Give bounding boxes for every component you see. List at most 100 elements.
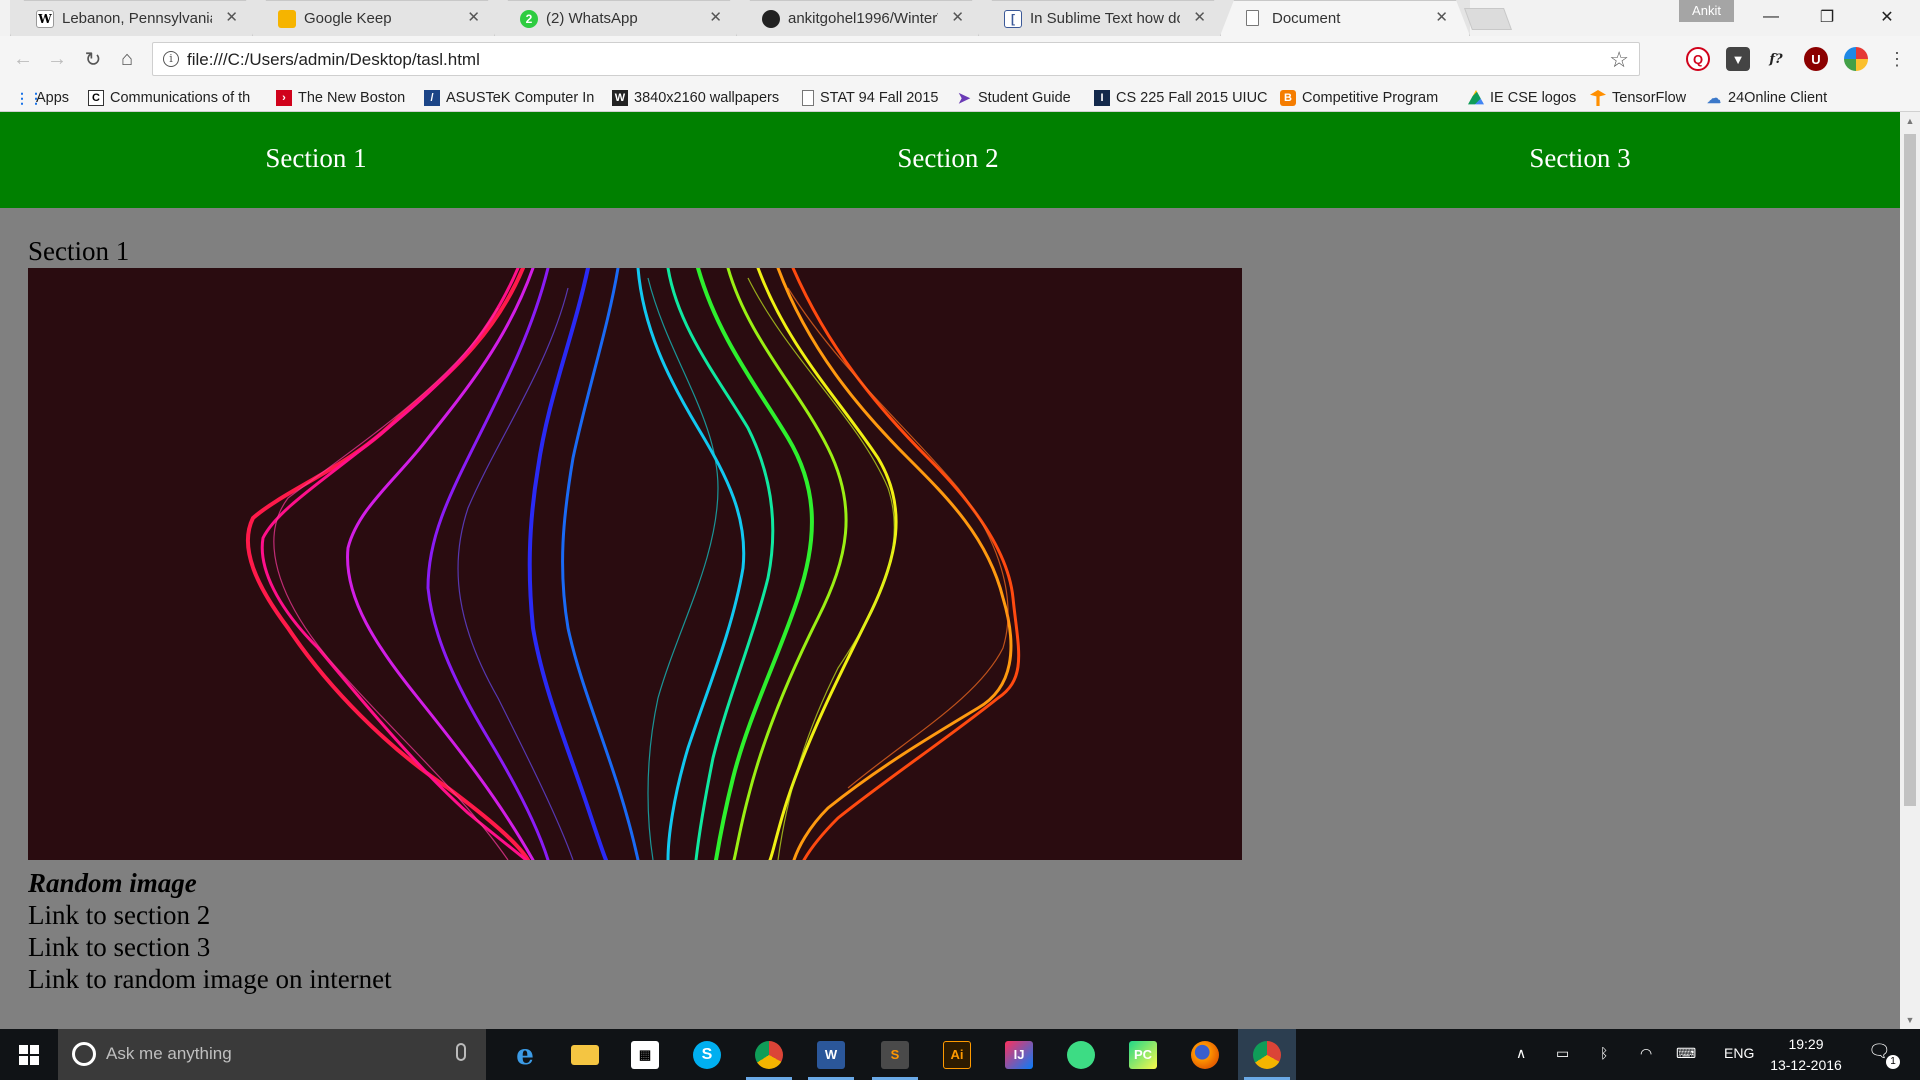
tab-document[interactable]: Document ✕ [1220, 0, 1470, 36]
windows-start-icon[interactable] [0, 1029, 58, 1080]
sublime-icon: S [881, 1040, 909, 1069]
taskbar-file-explorer[interactable] [556, 1029, 614, 1080]
tab-close-icon[interactable]: ✕ [225, 8, 238, 26]
bluetooth-icon[interactable]: ᛒ [1600, 1045, 1608, 1061]
taskbar-firefox[interactable] [1176, 1029, 1234, 1080]
illustrator-icon: Ai [943, 1040, 971, 1069]
minimize-icon[interactable]: — [1748, 0, 1794, 34]
rainbow-lightning-art [245, 268, 1021, 860]
nav-link-section-1[interactable]: Section 1 [216, 143, 416, 174]
bookmark-asus[interactable]: / ASUSTeK Computer In [424, 88, 596, 108]
taskbar-intellij[interactable]: IJ [990, 1029, 1048, 1080]
wifi-icon[interactable]: ◠ [1640, 1045, 1652, 1062]
show-hidden-icons-chevron-up-icon[interactable]: ∧ [1516, 1045, 1526, 1062]
taskbar-sublime[interactable]: S [866, 1029, 924, 1080]
tab-google-keep[interactable]: Google Keep ✕ [252, 0, 502, 36]
clock[interactable]: 19:29 13-12-2016 [1758, 1034, 1854, 1076]
nav-link-section-2[interactable]: Section 2 [848, 143, 1048, 174]
bookmark-label: The New Boston [298, 90, 406, 106]
restore-icon[interactable]: ❐ [1804, 0, 1850, 34]
bookmark-student-guide[interactable]: ➤ Student Guide [956, 88, 1071, 108]
tensorflow-icon [1590, 90, 1606, 106]
bookmark-new-boston[interactable]: › The New Boston [276, 88, 405, 108]
home-icon[interactable]: ⌂ [114, 46, 140, 72]
keyboard-icon[interactable]: ⌨ [1676, 1045, 1696, 1062]
windows-taskbar: Ask me anything e ▦ S W S Ai IJ PC ∧ ▭ ᛒ… [0, 1029, 1920, 1080]
bookmark-wallpapers[interactable]: W 3840x2160 wallpapers [612, 88, 788, 108]
new-tab-button[interactable] [1463, 8, 1513, 30]
tab-close-icon[interactable]: ✕ [1435, 8, 1448, 26]
bookmark-tensorflow[interactable]: TensorFlow [1590, 88, 1686, 108]
tab-close-icon[interactable]: ✕ [951, 8, 964, 26]
link-section-2[interactable]: Link to section 2 [28, 900, 210, 931]
bookmark-label: 3840x2160 wallpapers [634, 90, 780, 106]
back-icon[interactable]: ← [10, 46, 36, 72]
bookmark-cacm[interactable]: C Communications of th [88, 88, 262, 108]
scroll-thumb[interactable] [1904, 134, 1916, 806]
bookmark-24online[interactable]: ☁ 24Online Client [1706, 88, 1827, 108]
taskbar-store[interactable]: ▦ [616, 1029, 674, 1080]
profile-button[interactable]: Ankit [1679, 0, 1734, 22]
taskbar-chrome-active[interactable] [1238, 1029, 1296, 1080]
bookmark-competitive[interactable]: B Competitive Program [1280, 88, 1452, 108]
tab-close-icon[interactable]: ✕ [709, 8, 722, 26]
bookmark-label: 24Online Client [1728, 90, 1828, 106]
extension-quick-icon[interactable]: Q [1686, 47, 1710, 71]
taskbar-android-studio[interactable] [1052, 1029, 1110, 1080]
taskbar-word[interactable]: W [802, 1029, 860, 1080]
word-icon: W [817, 1040, 845, 1069]
tab-stackoverflow[interactable]: [ In Sublime Text how do y ✕ [978, 0, 1228, 36]
tab-close-icon[interactable]: ✕ [1193, 8, 1206, 26]
tab-github[interactable]: ankitgohel1996/WinterW ✕ [736, 0, 986, 36]
reload-icon[interactable]: ↻ [80, 46, 106, 72]
nav-link-section-3[interactable]: Section 3 [1480, 143, 1680, 174]
tab-title: Lebanon, Pennsylvania - [62, 10, 212, 27]
cortana-search-box[interactable]: Ask me anything [58, 1029, 486, 1080]
color-extension-icon[interactable] [1844, 47, 1868, 71]
store-icon: ▦ [631, 1040, 659, 1069]
formula-extension-icon[interactable]: f? [1764, 47, 1788, 71]
bookmark-label: Competitive Program [1302, 90, 1439, 106]
tab-close-icon[interactable]: ✕ [467, 8, 480, 26]
language-indicator[interactable]: ENG [1724, 1045, 1754, 1061]
tab-lebanon[interactable]: W Lebanon, Pennsylvania - ✕ [10, 0, 260, 36]
bookmark-stat94[interactable]: STAT 94 Fall 2015 [802, 88, 938, 108]
battery-icon[interactable]: ▭ [1556, 1045, 1569, 1062]
stack-exchange-icon: [ [1004, 10, 1022, 28]
scroll-down-icon[interactable]: ▼ [1900, 1011, 1920, 1029]
taskbar-skype[interactable]: S [678, 1029, 736, 1080]
page-scrollbar[interactable]: ▲ ▼ [1900, 112, 1920, 1029]
address-bar[interactable]: i file:///C:/Users/admin/Desktop/tasl.ht… [152, 42, 1640, 76]
taskbar-chrome[interactable] [740, 1029, 798, 1080]
taskbar-edge[interactable]: e [496, 1029, 554, 1080]
tab-whatsapp[interactable]: 2 (2) WhatsApp ✕ [494, 0, 744, 36]
ublock-icon[interactable]: U [1804, 47, 1828, 71]
clock-date: 13-12-2016 [1770, 1057, 1842, 1073]
tab-title: (2) WhatsApp [546, 10, 638, 27]
android-studio-icon [1067, 1040, 1095, 1069]
section-nav-bar: Section 1 Section 2 Section 3 [0, 112, 1900, 208]
menu-kebab-icon[interactable]: ⋮ [1884, 46, 1910, 72]
student-guide-icon: ➤ [957, 90, 971, 107]
illinois-icon: I [1094, 90, 1110, 106]
bookmark-label: Communications of th [110, 90, 251, 106]
bookmark-cs225[interactable]: I CS 225 Fall 2015 UIUC [1094, 88, 1268, 108]
search-placeholder: Ask me anything [106, 1044, 232, 1063]
pocket-icon[interactable]: ▼ [1726, 47, 1750, 71]
forward-icon[interactable]: → [44, 46, 70, 72]
url-text[interactable]: file:///C:/Users/admin/Desktop/tasl.html [187, 50, 480, 70]
bookmark-star-icon[interactable]: ☆ [1609, 47, 1629, 73]
section-heading: Section 1 [28, 236, 130, 266]
taskbar-illustrator[interactable]: Ai [928, 1029, 986, 1080]
bookmark-ie-cse[interactable]: IE CSE logos [1468, 88, 1576, 108]
wallpaper-site-icon: W [612, 90, 628, 106]
link-section-3[interactable]: Link to section 3 [28, 932, 210, 963]
close-window-icon[interactable]: ✕ [1864, 0, 1910, 34]
info-icon[interactable]: i [163, 51, 179, 67]
microphone-icon[interactable] [456, 1043, 466, 1061]
bookmark-apps[interactable]: ⋮⋮⋮ Apps [14, 88, 69, 108]
chrome-icon [755, 1040, 783, 1069]
taskbar-pycharm[interactable]: PC [1114, 1029, 1172, 1080]
link-random-image[interactable]: Link to random image on internet [28, 964, 392, 995]
scroll-up-icon[interactable]: ▲ [1900, 112, 1920, 130]
